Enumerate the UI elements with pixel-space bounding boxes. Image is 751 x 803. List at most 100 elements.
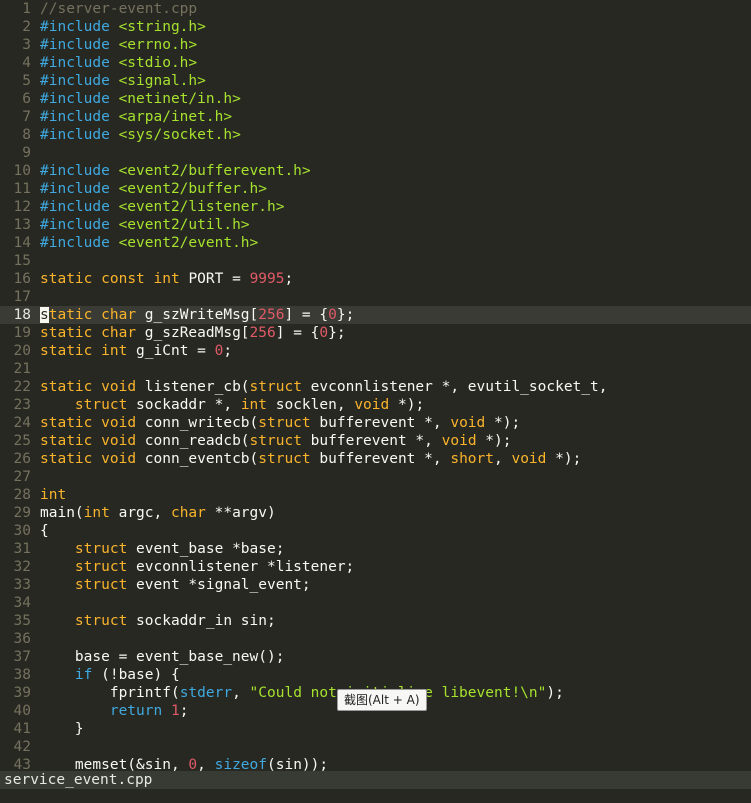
line-number: 15 [13, 253, 31, 269]
line-number: 6 [22, 91, 31, 107]
code-token: struct [74, 559, 128, 575]
line-number: 14 [13, 235, 31, 251]
command-line[interactable] [0, 789, 751, 803]
line-code: struct event *signal_event; [40, 576, 311, 594]
line-code: static char g_szWriteMsg[256] = {0}; [40, 306, 354, 324]
code-line-11[interactable]: 11 #include <event2/buffer.h> [0, 180, 751, 198]
code-token: fprintf( [40, 685, 180, 701]
code-token: <string.h> [118, 19, 206, 35]
code-line-33[interactable]: 33 struct event *signal_event; [0, 576, 751, 594]
code-token: event_base *base; [127, 541, 285, 557]
code-line-18[interactable]: 18 static char g_szWriteMsg[256] = {0}; [0, 306, 751, 324]
line-code: static int g_iCnt = 0; [40, 342, 232, 360]
code-token: (!base) { [92, 667, 180, 683]
code-token: static [40, 325, 93, 341]
code-line-8[interactable]: 8 #include <sys/socket.h> [0, 126, 751, 144]
code-token: char [101, 307, 137, 323]
code-line-1[interactable]: 1 //server-event.cpp [0, 0, 751, 18]
code-line-9[interactable]: 9 [0, 144, 751, 162]
code-token: struct [74, 397, 128, 413]
text-cursor: s [40, 307, 49, 323]
code-line-17[interactable]: 17 [0, 288, 751, 306]
code-line-20[interactable]: 20 static int g_iCnt = 0; [0, 342, 751, 360]
code-line-10[interactable]: 10 #include <event2/bufferevent.h> [0, 162, 751, 180]
code-token: char [170, 505, 206, 521]
code-token: struct [249, 379, 302, 395]
code-editor[interactable]: 1//server-event.cpp 2 #include <string.h> 3… [0, 0, 751, 771]
code-line-16[interactable]: 16 static const int PORT = 9995; [0, 270, 751, 288]
code-line-14[interactable]: 14 #include <event2/event.h> [0, 234, 751, 252]
code-line-28[interactable]: 28 int [0, 486, 751, 504]
code-token: bufferevent *, [301, 433, 442, 449]
line-number: 38 [13, 667, 31, 683]
code-token: conn_readcb( [136, 433, 250, 449]
code-line-32[interactable]: 32 struct evconnlistener *listener; [0, 558, 751, 576]
code-token: <event2/bufferevent.h> [118, 163, 311, 179]
code-line-35[interactable]: 35 struct sockaddr_in sin; [0, 612, 751, 630]
code-line-37[interactable]: 37 base = event_base_new(); [0, 648, 751, 666]
line-number: 23 [13, 397, 31, 413]
line-number: 11 [13, 181, 31, 197]
code-line-29[interactable]: 29 main(int argc, char **argv) [0, 504, 751, 522]
code-line-12[interactable]: 12 #include <event2/listener.h> [0, 198, 751, 216]
code-line-36[interactable]: 36 [0, 630, 751, 648]
line-code: static void conn_writecb(struct bufferev… [40, 414, 520, 432]
line-code: #include <errno.h> [40, 36, 197, 54]
code-line-23[interactable]: 23 struct sockaddr *, int socklen, void … [0, 396, 751, 414]
code-token: bufferevent *, [310, 451, 451, 467]
code-line-34[interactable]: 34 [0, 594, 751, 612]
line-code: //server-event.cpp [40, 0, 197, 18]
code-line-2[interactable]: 2 #include <string.h> [0, 18, 751, 36]
line-number: 12 [13, 199, 31, 215]
code-token: *); [485, 415, 521, 431]
code-token: <event2/util.h> [118, 217, 250, 233]
code-line-24[interactable]: 24 static void conn_writecb(struct buffer… [0, 414, 751, 432]
code-line-21[interactable]: 21 [0, 360, 751, 378]
tooltip-text: 截图(Alt + A) [344, 693, 420, 707]
code-token: int [83, 505, 110, 521]
code-line-7[interactable]: 7 #include <arpa/inet.h> [0, 108, 751, 126]
code-token: const [101, 271, 145, 287]
code-line-43[interactable]: 43 memset(&sin, 0, sizeof(sin)); [0, 756, 751, 771]
line-code: if (!base) { [40, 666, 180, 684]
line-code: struct event_base *base; [40, 540, 285, 558]
code-token: void [101, 379, 137, 395]
code-line-13[interactable]: 13 #include <event2/util.h> [0, 216, 751, 234]
code-line-19[interactable]: 19 static char g_szReadMsg[256] = {0}; [0, 324, 751, 342]
code-line-30[interactable]: 30 { [0, 522, 751, 540]
code-line-27[interactable]: 27 [0, 468, 751, 486]
code-line-31[interactable]: 31 struct event_base *base; [0, 540, 751, 558]
code-line-4[interactable]: 4 #include <stdio.h> [0, 54, 751, 72]
code-token: ; [223, 343, 233, 359]
code-line-3[interactable]: 3 #include <errno.h> [0, 36, 751, 54]
code-token: 0 [319, 325, 329, 341]
code-line-42[interactable]: 42 [0, 738, 751, 756]
line-number: 1 [22, 1, 31, 17]
line-code: static const int PORT = 9995; [40, 270, 293, 288]
code-line-5[interactable]: 5 #include <signal.h> [0, 72, 751, 90]
code-line-6[interactable]: 6 #include <netinet/in.h> [0, 90, 751, 108]
code-token: struct [258, 415, 311, 431]
code-token: conn_eventcb( [136, 451, 259, 467]
line-number: 2 [22, 19, 31, 35]
code-token: 9995 [249, 271, 285, 287]
code-line-26[interactable]: 26 static void conn_eventcb(struct buffer… [0, 450, 751, 468]
code-line-25[interactable]: 25 static void conn_readcb(struct buffere… [0, 432, 751, 450]
code-token: void [101, 415, 137, 431]
line-code: static void listener_cb(struct evconnlis… [40, 378, 607, 396]
code-token: event *signal_event; [127, 577, 311, 593]
code-token: , [197, 757, 215, 771]
code-line-38[interactable]: 38 if (!base) { [0, 666, 751, 684]
code-line-41[interactable]: 41 } [0, 720, 751, 738]
code-line-22[interactable]: 22 static void listener_cb(struct evconnl… [0, 378, 751, 396]
code-token: char [101, 325, 137, 341]
code-line-15[interactable]: 15 [0, 252, 751, 270]
line-number: 24 [13, 415, 31, 431]
code-token: *); [546, 451, 582, 467]
line-number: 27 [13, 469, 31, 485]
